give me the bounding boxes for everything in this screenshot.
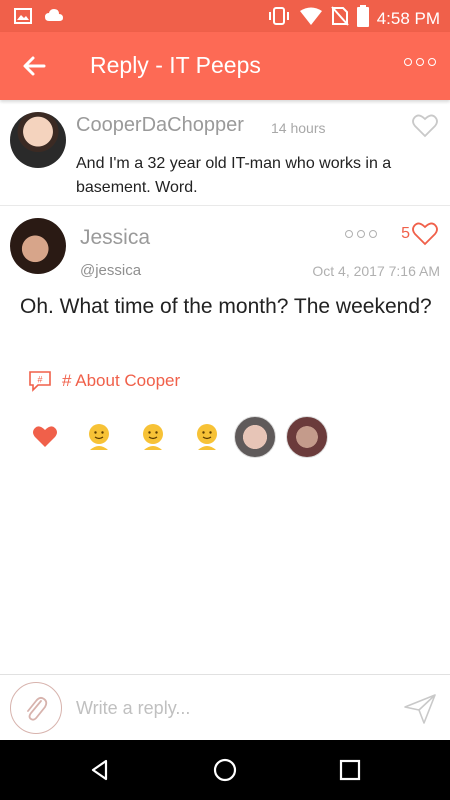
arrow-left-icon (23, 56, 46, 76)
author-handle: @jessica (80, 262, 142, 279)
cloud-icon (44, 8, 64, 29)
post-timestamp: Oct 4, 2017 7:16 AM (312, 263, 440, 279)
more-button[interactable] (404, 58, 436, 66)
like-count: 5 (401, 225, 410, 242)
svg-text:#: # (37, 375, 42, 385)
square-recents-icon (339, 759, 361, 781)
more-icon (404, 58, 412, 66)
compose-bar (0, 674, 450, 740)
circle-home-icon (213, 758, 237, 782)
status-time: 4:58 PM (376, 8, 440, 28)
send-button[interactable] (402, 691, 438, 727)
send-icon (404, 694, 436, 724)
heart-outline-icon (412, 114, 438, 138)
topic-tag[interactable]: # # About Cooper (28, 370, 180, 392)
nav-recents-button[interactable] (338, 758, 362, 782)
heart-filled-icon (33, 426, 57, 447)
no-sim-icon (330, 6, 349, 31)
reaction-avatar[interactable] (234, 416, 276, 458)
status-bar: 4:58 PM (0, 0, 450, 32)
page-title: Reply - IT Peeps (90, 52, 261, 78)
post-more-button[interactable] (345, 230, 377, 238)
more-icon (345, 230, 353, 238)
like-button[interactable]: 5 (401, 222, 438, 246)
comment-item: CooperDaChopper 14 hours And I'm a 32 ye… (0, 100, 450, 205)
paperclip-icon (27, 696, 48, 721)
reply-input[interactable] (76, 693, 396, 723)
post-text: And I'm a 32 year old IT-man who works i… (76, 155, 392, 196)
image-icon (14, 8, 32, 29)
app-bar: Reply - IT Peeps (0, 32, 450, 100)
avatar[interactable] (10, 112, 66, 168)
back-button[interactable] (18, 50, 50, 82)
post-time: 14 hours (271, 120, 326, 136)
avatar[interactable] (10, 218, 66, 274)
attach-button[interactable] (10, 682, 62, 734)
nav-back-button[interactable] (88, 758, 112, 782)
system-nav-bar (0, 740, 450, 800)
reaction-avatar[interactable] (286, 416, 328, 458)
battery-icon (356, 5, 369, 32)
reactions-row (30, 416, 328, 458)
hashtag-bubble-icon: # (29, 371, 51, 392)
triangle-back-icon (91, 759, 108, 781)
smiley-icon[interactable] (84, 422, 114, 452)
author-name[interactable]: Jessica (80, 226, 150, 250)
like-button[interactable] (412, 114, 438, 143)
topic-label: # About Cooper (62, 371, 181, 390)
comment-item: Jessica @jessica 5 Oct 4, 2017 7:16 AM O… (0, 206, 450, 466)
author-name[interactable]: CooperDaChopper (76, 114, 244, 137)
smiley-icon[interactable] (192, 422, 222, 452)
smiley-icon[interactable] (138, 422, 168, 452)
nav-home-button[interactable] (213, 758, 237, 782)
vibrate-icon (267, 6, 291, 31)
heart-outline-icon (412, 222, 438, 246)
post-text: Oh. What time of the month? The weekend? (20, 295, 432, 318)
wifi-icon (299, 6, 323, 31)
reaction-heart[interactable] (30, 422, 60, 452)
